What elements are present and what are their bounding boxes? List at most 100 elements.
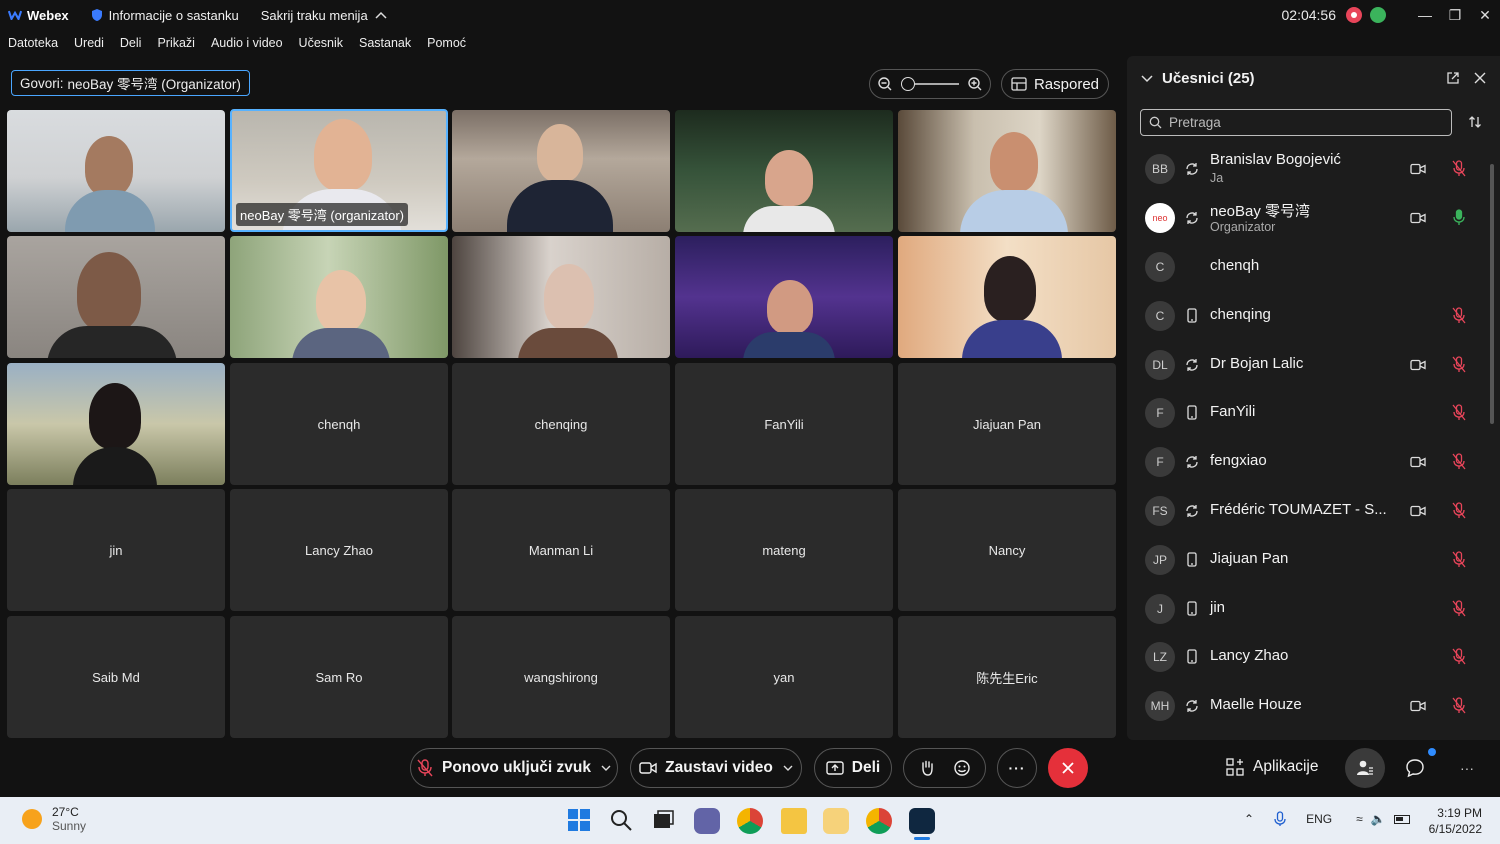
participant-mic-status[interactable]: [1452, 502, 1466, 524]
video-tile[interactable]: [7, 363, 225, 485]
raise-hand-icon[interactable]: [918, 759, 936, 777]
weather-widget[interactable]: 27°C Sunny: [22, 805, 86, 833]
name-tile[interactable]: chenqing: [452, 363, 670, 485]
participant-row[interactable]: Cchenqing: [1127, 293, 1487, 339]
video-tile[interactable]: [452, 110, 670, 232]
sort-icon[interactable]: [1468, 115, 1482, 129]
windows-start-icon[interactable]: [567, 808, 593, 834]
video-tile[interactable]: [898, 110, 1116, 232]
layout-button[interactable]: Raspored: [1001, 69, 1109, 99]
participant-mic-status[interactable]: [1452, 697, 1466, 719]
chevron-down-icon[interactable]: [601, 765, 611, 771]
restore-button[interactable]: ❐: [1440, 7, 1470, 24]
unmute-button[interactable]: Ponovo uključi zvuk: [410, 748, 618, 788]
chevron-down-icon[interactable]: [1141, 74, 1153, 83]
participants-header[interactable]: Učesnici (25): [1141, 70, 1255, 87]
name-tile[interactable]: jin: [7, 489, 225, 611]
input-language[interactable]: ENG: [1306, 812, 1332, 826]
video-tile[interactable]: [675, 110, 893, 232]
close-window-button[interactable]: ✕: [1470, 7, 1500, 24]
participant-row[interactable]: Cchenqh: [1127, 244, 1487, 290]
app-icon[interactable]: [823, 808, 849, 834]
hide-menu-button[interactable]: Sakrij traku menija: [261, 8, 387, 23]
recording-icon[interactable]: [1346, 7, 1362, 23]
more-panels-button[interactable]: ···: [1460, 760, 1474, 776]
zoom-out-icon[interactable]: [877, 76, 893, 92]
participant-mic-status[interactable]: [1452, 453, 1466, 475]
menu-uredi[interactable]: Uredi: [74, 36, 104, 50]
participant-mic-status[interactable]: [1452, 160, 1466, 182]
video-tile[interactable]: [898, 236, 1116, 358]
chat-button[interactable]: [1405, 758, 1425, 783]
participant-row[interactable]: F FanYili: [1127, 390, 1487, 436]
participant-row[interactable]: neo neoBay 零号湾 Organizator: [1127, 195, 1487, 241]
participant-scrollbar[interactable]: [1488, 150, 1496, 725]
participant-mic-status[interactable]: [1452, 600, 1466, 622]
participant-mic-status[interactable]: [1452, 551, 1466, 573]
participant-mic-status[interactable]: [1452, 648, 1466, 670]
name-tile[interactable]: wangshirong: [452, 616, 670, 738]
zoom-slider-thumb[interactable]: [901, 77, 915, 91]
file-explorer-icon[interactable]: [781, 808, 807, 834]
name-tile[interactable]: mateng: [675, 489, 893, 611]
zoom-in-icon[interactable]: [967, 76, 983, 92]
menu-audio-video[interactable]: Audio i video: [211, 36, 283, 50]
video-tile[interactable]: [230, 236, 448, 358]
participant-mic-status[interactable]: [1452, 307, 1466, 329]
volume-icon[interactable]: 🔈: [1371, 812, 1386, 826]
teams-chat-icon[interactable]: [694, 808, 720, 834]
end-call-button[interactable]: [1048, 748, 1088, 788]
name-tile[interactable]: yan: [675, 616, 893, 738]
taskbar-clock[interactable]: 3:19 PM 6/15/2022: [1424, 805, 1482, 837]
apps-button[interactable]: Aplikacije: [1226, 758, 1318, 776]
battery-icon[interactable]: [1393, 814, 1410, 824]
participant-row[interactable]: DL Dr Bojan Lalic: [1127, 342, 1487, 388]
emoji-reaction-icon[interactable]: [953, 759, 971, 777]
participant-mic-status[interactable]: [1452, 209, 1466, 231]
more-options-button[interactable]: ···: [997, 748, 1037, 788]
participant-mic-status[interactable]: [1452, 356, 1466, 378]
task-view-icon[interactable]: [651, 808, 677, 834]
menu-datoteka[interactable]: Datoteka: [8, 36, 58, 50]
video-tile[interactable]: [7, 110, 225, 232]
scrollbar-thumb[interactable]: [1490, 164, 1494, 424]
share-button[interactable]: Deli: [814, 748, 892, 788]
name-tile[interactable]: chenqh: [230, 363, 448, 485]
name-tile[interactable]: Sam Ro: [230, 616, 448, 738]
participant-mic-status[interactable]: [1452, 404, 1466, 426]
name-tile[interactable]: Lancy Zhao: [230, 489, 448, 611]
chevron-up-icon[interactable]: ⌃: [1244, 812, 1254, 826]
chevron-down-icon[interactable]: [783, 765, 793, 771]
webex-taskbar-icon[interactable]: [909, 808, 935, 834]
zoom-slider[interactable]: [901, 77, 959, 91]
name-tile[interactable]: Saib Md: [7, 616, 225, 738]
participant-row[interactable]: Jjin: [1127, 586, 1487, 632]
participant-row[interactable]: FS Frédéric TOUMAZET - S...: [1127, 488, 1487, 534]
participants-toggle-button[interactable]: [1345, 748, 1385, 788]
name-tile[interactable]: Manman Li: [452, 489, 670, 611]
meeting-info-button[interactable]: Informacije o sastanku: [91, 8, 239, 23]
menu-sastanak[interactable]: Sastanak: [359, 36, 411, 50]
chrome-icon[interactable]: [737, 808, 763, 834]
minimize-button[interactable]: —: [1410, 7, 1440, 23]
video-tile[interactable]: [675, 236, 893, 358]
name-tile[interactable]: Nancy: [898, 489, 1116, 611]
network-health-icon[interactable]: [1370, 7, 1386, 23]
popout-icon[interactable]: [1447, 72, 1459, 84]
participant-search-input[interactable]: Pretraga: [1140, 109, 1452, 136]
name-tile[interactable]: Jiajuan Pan: [898, 363, 1116, 485]
search-icon[interactable]: [609, 808, 635, 834]
participant-row[interactable]: BB Branislav Bogojević Ja: [1127, 146, 1487, 192]
menu-pomoc[interactable]: Pomoć: [427, 36, 466, 50]
participant-row[interactable]: Ffengxiao: [1127, 439, 1487, 485]
stop-video-button[interactable]: Zaustavi video: [630, 748, 802, 788]
close-icon[interactable]: [1474, 72, 1486, 84]
video-tile[interactable]: [7, 236, 225, 358]
participant-row[interactable]: JP Jiajuan Pan: [1127, 537, 1487, 583]
video-tile[interactable]: [452, 236, 670, 358]
menu-ucesnik[interactable]: Učesnik: [299, 36, 343, 50]
name-tile[interactable]: 陈先生Eric: [898, 616, 1116, 738]
wifi-icon[interactable]: ≈: [1356, 812, 1363, 826]
microphone-icon[interactable]: [1274, 811, 1286, 827]
menu-prikazi[interactable]: Prikaži: [157, 36, 195, 50]
